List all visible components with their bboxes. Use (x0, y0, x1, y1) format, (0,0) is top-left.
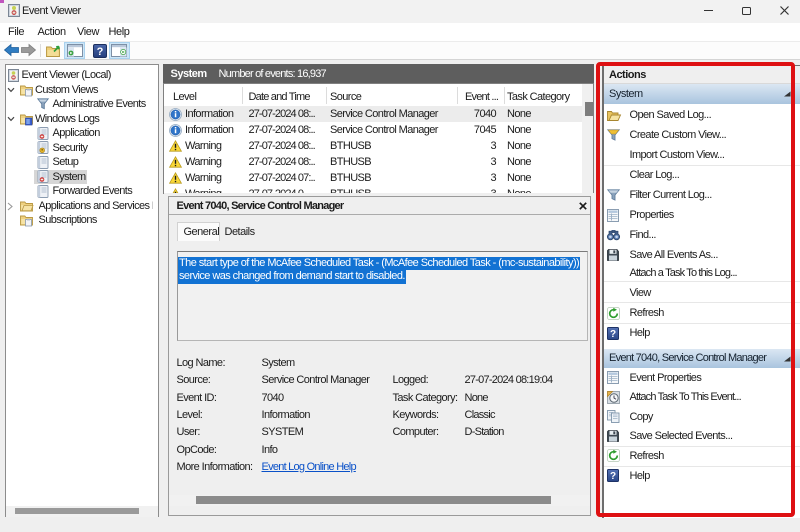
svg-text:?: ? (96, 46, 103, 58)
